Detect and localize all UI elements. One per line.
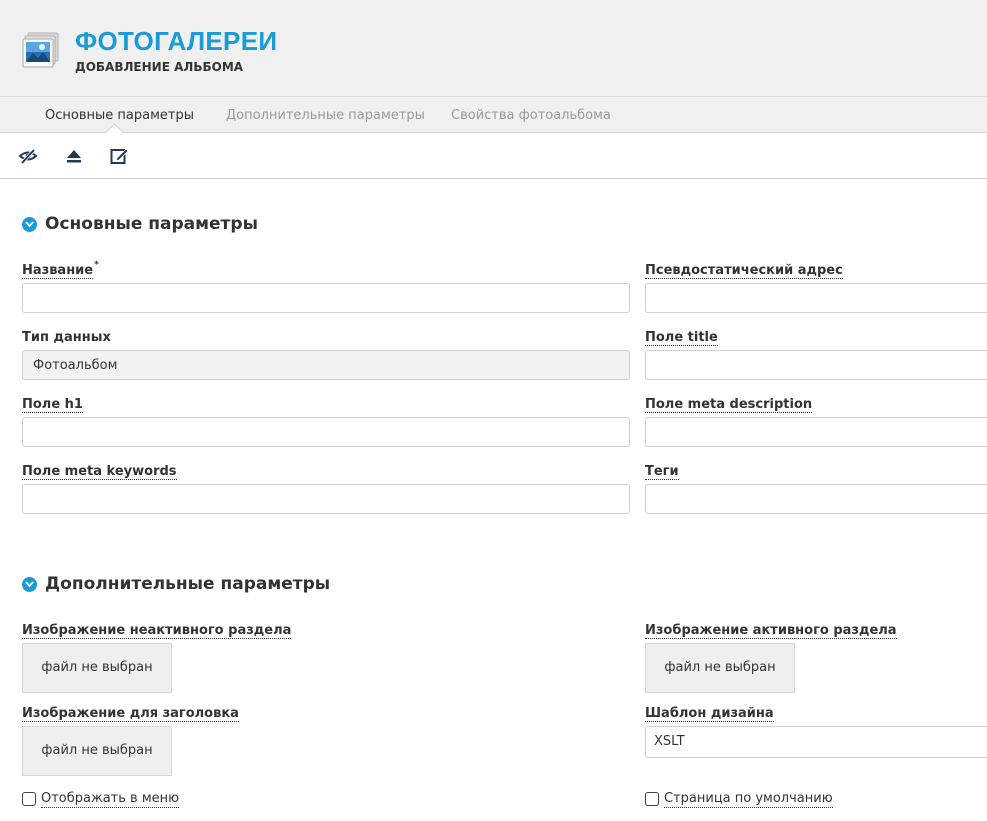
active-image-file-picker[interactable]: файл не выбран [645,643,795,693]
collapse-toggle-icon[interactable] [22,217,37,232]
photo-gallery-icon [22,31,60,69]
page-subtitle: ДОБАВЛЕНИЕ АЛЬБОМА [75,60,244,74]
field-label-header-image: Изображение для заголовка [22,706,239,722]
name-input[interactable] [22,283,630,313]
page-header: ФОТОГАЛЕРЕИ ДОБАВЛЕНИЕ АЛЬБОМА [0,0,987,97]
field-label-meta-keywords: Поле meta keywords [22,464,177,480]
data-type-input [22,350,630,380]
section-title: Основные параметры [45,214,258,234]
field-label-alt-name: Псевдостатический адрес [645,263,843,279]
field-label-active-image: Изображение активного раздела [645,623,897,639]
template-select[interactable]: XSLT [645,726,987,758]
default-page-label: Страница по умолчанию [664,791,833,808]
eject-icon[interactable] [64,146,84,166]
edit-icon[interactable] [109,146,129,166]
tab-bar: Основные параметры Дополнительные параме… [0,97,987,133]
field-label-h1: Поле h1 [22,397,83,413]
field-label-meta-description: Поле meta description [645,397,813,413]
show-in-menu-checkbox[interactable] [22,792,36,806]
meta-description-input[interactable] [645,417,987,447]
field-label-inactive-image: Изображение неактивного раздела [22,623,292,639]
default-page-row[interactable]: Страница по умолчанию [645,791,865,809]
collapse-toggle-icon[interactable] [22,577,37,592]
toolbar [0,133,987,179]
field-label-tags: Теги [645,464,679,480]
eye-slash-icon[interactable] [18,146,38,166]
meta-keywords-input[interactable] [22,484,630,514]
field-label-name: Название* [22,260,99,279]
tab-main-params[interactable]: Основные параметры [45,97,194,132]
tab-extra-params[interactable]: Дополнительные параметры [226,97,425,132]
title-input[interactable] [645,350,987,380]
h1-input[interactable] [22,417,630,447]
section-title: Дополнительные параметры [45,574,331,594]
tags-input[interactable] [645,484,987,514]
app-title: ФОТОГАЛЕРЕИ [75,26,278,56]
field-label-data-type: Тип данных [22,330,111,345]
show-in-menu-label: Отображать в меню [41,791,180,808]
show-in-menu-row[interactable]: Отображать в меню [22,791,222,809]
alt-name-input[interactable] [645,283,987,313]
field-label-title: Поле title [645,330,718,346]
field-label-template: Шаблон дизайна [645,706,774,722]
default-page-checkbox[interactable] [645,792,659,806]
tab-album-properties[interactable]: Свойства фотоальбома [451,97,611,132]
header-image-file-picker[interactable]: файл не выбран [22,726,172,776]
inactive-image-file-picker[interactable]: файл не выбран [22,643,172,693]
